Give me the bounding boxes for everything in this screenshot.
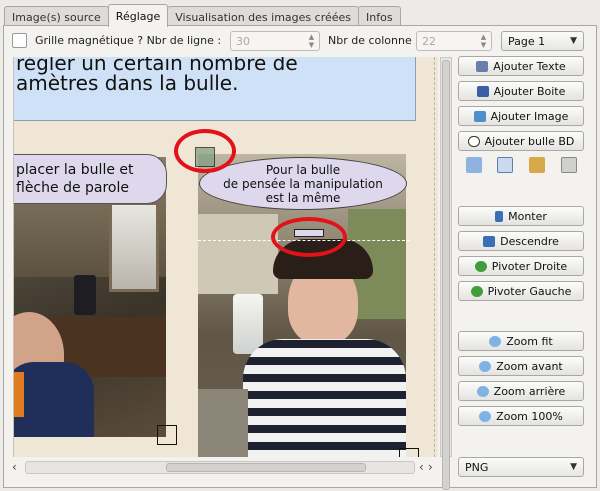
raise-label: Monter [508, 209, 547, 223]
zoom-in-icon [479, 360, 492, 372]
zoom-in-button[interactable]: Zoom avant [458, 356, 584, 376]
zoom-out-icon [476, 385, 489, 397]
horizontal-scrollbar[interactable] [25, 461, 415, 474]
vertical-scrollbar[interactable] [440, 57, 452, 490]
raise-icon [495, 210, 504, 222]
rotate-left-button[interactable]: Pivoter Gauche [458, 281, 584, 301]
scroll-thumb[interactable] [166, 463, 366, 472]
top-bubble-line2: amètres dans la bulle. [16, 71, 239, 95]
lines-value: 30 [236, 35, 250, 48]
columns-label: Nbr de colonne : [328, 34, 419, 47]
speech-bubble-left[interactable]: placer la bulle et flèche de parole [14, 154, 167, 204]
copy-icon[interactable] [466, 157, 482, 173]
add-bubble-button[interactable]: Ajouter bulle BD [458, 131, 584, 151]
rotate-left-icon [470, 285, 483, 297]
page-select-value: Page 1 [508, 35, 546, 48]
add-text-label: Ajouter Texte [493, 59, 566, 73]
lower-icon [483, 235, 496, 247]
box-icon [476, 85, 489, 97]
lines-spinbox[interactable]: 30 ▲ ▼ [230, 31, 320, 51]
add-box-label: Ajouter Boite [493, 84, 566, 98]
grid-checkbox[interactable] [12, 33, 27, 48]
resize-handle[interactable] [157, 425, 177, 445]
rotate-right-label: Pivoter Droite [491, 259, 568, 273]
speech-bubble-icon [467, 135, 480, 147]
magnifier-icon [489, 335, 502, 347]
add-bubble-label: Ajouter bulle BD [484, 134, 575, 148]
highlight-circle [174, 129, 236, 173]
add-image-button[interactable]: Ajouter Image [458, 106, 584, 126]
editor-canvas[interactable]: régler un certain nombre de amètres dans… [13, 57, 438, 457]
zoom-fit-button[interactable]: Zoom fit [458, 331, 584, 351]
thought-bubble-right[interactable]: Pour la bulle de pensée la manipulation … [199, 157, 407, 210]
right-bubble-line3: est la même [265, 191, 341, 205]
page-border [434, 57, 435, 457]
rotate-right-icon [474, 260, 487, 272]
scroll-right-icon[interactable]: › [428, 460, 433, 474]
zoom-fit-label: Zoom fit [506, 334, 553, 348]
spin-arrows-icon[interactable]: ▲ ▼ [307, 33, 316, 49]
page-select[interactable]: Page 1 ▼ [501, 31, 584, 51]
left-bubble-line2: flèche de parole [16, 180, 129, 196]
grid-label: Grille magnétique ? Nbr de ligne : [35, 34, 222, 47]
cut-icon[interactable] [497, 157, 513, 173]
tab-visualisation[interactable]: Visualisation des images créées [167, 6, 360, 27]
paste-icon[interactable] [529, 157, 545, 173]
lower-button[interactable]: Descendre [458, 231, 584, 251]
add-text-button[interactable]: Ajouter Texte [458, 56, 584, 76]
add-box-button[interactable]: Ajouter Boite [458, 81, 584, 101]
chevron-down-icon: ▼ [570, 36, 577, 46]
format-select-value: PNG [465, 461, 489, 474]
add-image-label: Ajouter Image [490, 109, 569, 123]
zoom-100-label: Zoom 100% [496, 409, 563, 423]
right-bubble-line1: Pour la bulle [265, 163, 341, 177]
zoom-in-label: Zoom avant [496, 359, 563, 373]
zoom-out-label: Zoom arrière [493, 384, 566, 398]
tab-infos[interactable]: Infos [358, 6, 401, 27]
rotate-right-button[interactable]: Pivoter Droite [458, 256, 584, 276]
tab-bar: Image(s) source Réglage Visualisation de… [4, 4, 401, 27]
zoom-100-icon [479, 410, 492, 422]
raise-button[interactable]: Monter [458, 206, 584, 226]
text-icon [476, 60, 489, 72]
scroll-left-icon[interactable]: ‹ [419, 460, 424, 474]
delete-icon[interactable] [561, 157, 577, 173]
resize-handle[interactable] [399, 448, 419, 457]
rotate-left-label: Pivoter Gauche [487, 284, 572, 298]
zoom-100-button[interactable]: Zoom 100% [458, 406, 584, 426]
scroll-left-icon[interactable]: ‹ [12, 460, 17, 474]
format-select[interactable]: PNG ▼ [458, 457, 584, 477]
highlight-circle [271, 217, 347, 257]
right-bubble-line2: de pensée la manipulation [223, 177, 383, 191]
lower-label: Descendre [500, 234, 559, 248]
zoom-out-button[interactable]: Zoom arrière [458, 381, 584, 401]
spin-arrows-icon[interactable]: ▲ ▼ [479, 33, 488, 49]
chevron-down-icon: ▼ [570, 462, 577, 472]
columns-spinbox[interactable]: 22 ▲ ▼ [416, 31, 492, 51]
left-bubble-line1: placer la bulle et [16, 162, 134, 178]
grid-controls: Grille magnétique ? Nbr de ligne : 30 ▲ ▼… [12, 31, 586, 51]
tab-reglage[interactable]: Réglage [107, 4, 169, 27]
columns-value: 22 [422, 35, 436, 48]
tab-image-source[interactable]: Image(s) source [4, 6, 109, 27]
scroll-thumb[interactable] [442, 60, 450, 490]
image-icon [473, 110, 486, 122]
text-bubble-top[interactable]: régler un certain nombre de amètres dans… [14, 57, 416, 121]
